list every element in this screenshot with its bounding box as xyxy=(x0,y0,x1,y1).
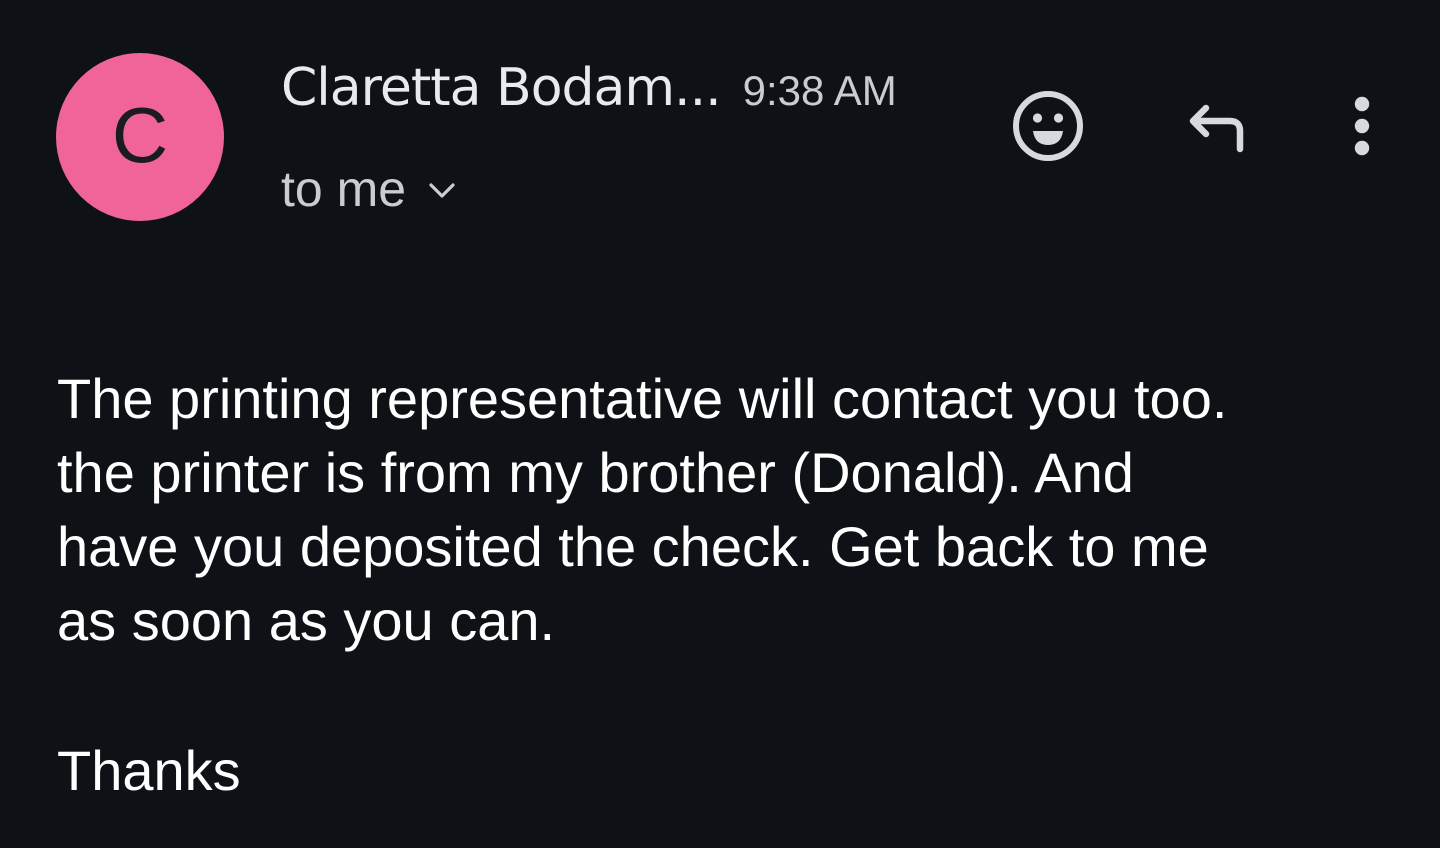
sender-name[interactable]: Claretta Bodam... xyxy=(281,58,722,118)
avatar-letter: C xyxy=(111,91,169,179)
email-view: C Claretta Bodam... 9:38 AM to me The pr… xyxy=(0,0,1440,848)
recipient-label: to me xyxy=(281,161,407,217)
more-vert-icon xyxy=(1352,95,1372,162)
emoji-react-icon xyxy=(1011,89,1085,168)
sender-avatar[interactable]: C xyxy=(56,53,224,221)
chevron-down-icon[interactable] xyxy=(428,181,456,206)
reply-icon xyxy=(1182,97,1248,160)
add-reaction-button[interactable] xyxy=(1008,88,1088,168)
email-time: 9:38 AM xyxy=(742,67,897,114)
email-signoff: Thanks xyxy=(57,739,241,802)
reply-button[interactable] xyxy=(1175,88,1255,168)
recipient-details-toggle[interactable]: to me xyxy=(281,160,456,218)
email-body: The printing representative will contact… xyxy=(57,367,1228,652)
sender-row: Claretta Bodam... 9:38 AM xyxy=(281,58,897,128)
more-options-button[interactable] xyxy=(1330,88,1394,168)
